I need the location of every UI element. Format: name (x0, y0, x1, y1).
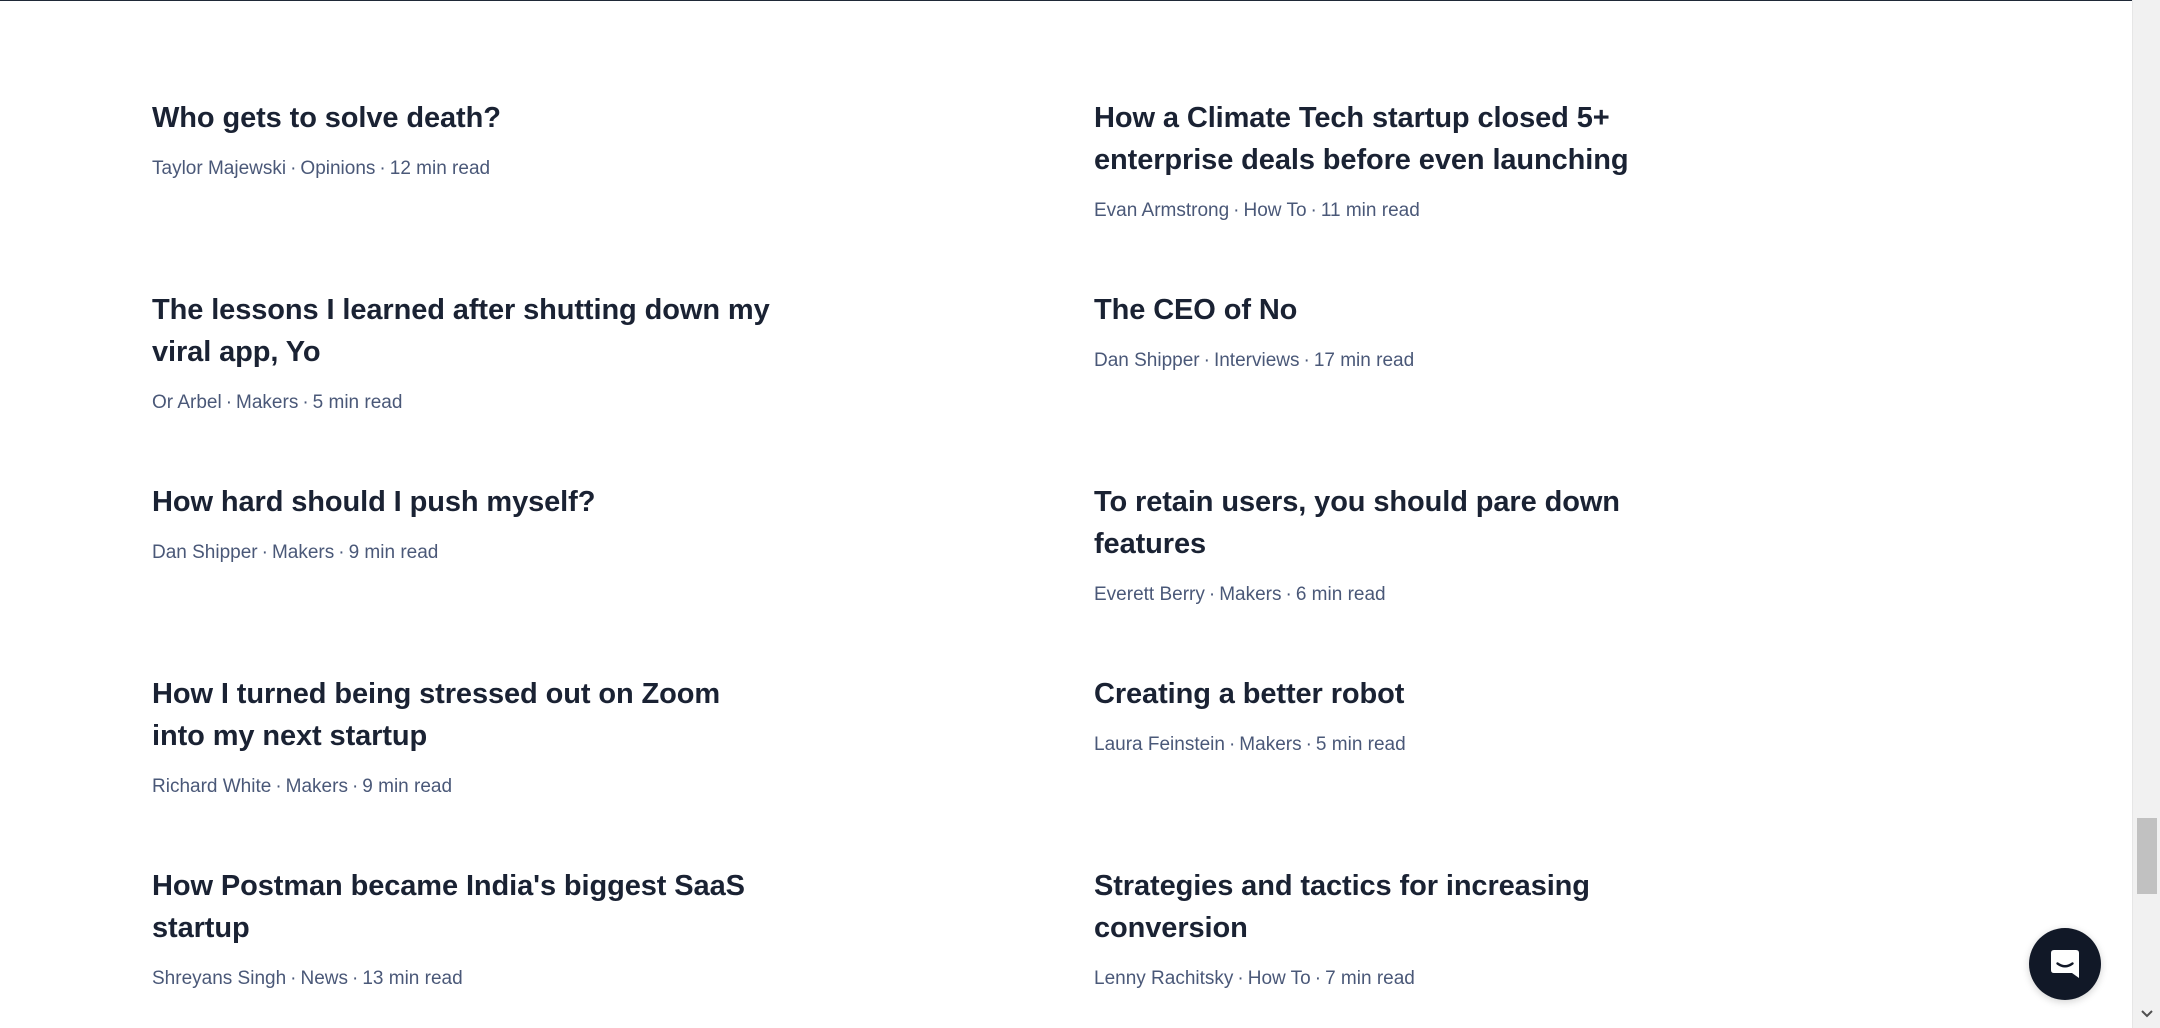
article-author: Richard White (152, 776, 272, 797)
scroll-down-button[interactable] (2133, 1004, 2160, 1024)
article-card[interactable]: Creating a better robot Laura Feinstein ·… (1094, 673, 1714, 758)
article-card[interactable]: How Postman became India's biggest SaaS … (152, 865, 772, 992)
meta-separator: · (1310, 200, 1317, 221)
article-title[interactable]: To retain users, you should pare down fe… (1094, 481, 1714, 565)
article-category: How To (1243, 200, 1307, 221)
article-author: Dan Shipper (152, 542, 258, 563)
meta-separator: · (338, 542, 345, 563)
meta-separator: · (302, 392, 309, 413)
article-meta: Or Arbel · Makers · 5 min read (152, 390, 772, 416)
article-title[interactable]: The CEO of No (1094, 289, 1714, 331)
article-card[interactable]: The lessons I learned after shutting dow… (152, 289, 772, 416)
article-author: Laura Feinstein (1094, 734, 1225, 755)
article-category: Makers (1219, 584, 1282, 605)
meta-separator: · (290, 158, 297, 179)
article-meta: Dan Shipper · Makers · 9 min read (152, 540, 772, 566)
article-category: Interviews (1213, 350, 1300, 371)
meta-separator: · (261, 542, 268, 563)
vertical-scrollbar[interactable] (2132, 0, 2160, 1028)
article-title[interactable]: Strategies and tactics for increasing co… (1094, 865, 1714, 949)
article-title[interactable]: Who gets to solve death? (152, 97, 772, 139)
article-card[interactable]: The CEO of No Dan Shipper · Interviews · 17 … (1094, 289, 1714, 374)
article-meta: Laura Feinstein · Makers · 5 min read (1094, 732, 1714, 758)
meta-separator: · (1233, 200, 1240, 221)
article-title[interactable]: How hard should I push myself? (152, 481, 772, 523)
chat-bubble-icon (2051, 950, 2079, 978)
article-author: Evan Armstrong (1094, 200, 1230, 221)
article-read-time: 13 min read (362, 968, 463, 989)
article-read-time: 9 min read (348, 542, 439, 563)
article-card[interactable]: To retain users, you should pare down fe… (1094, 481, 1714, 608)
article-author: Everett Berry (1094, 584, 1205, 605)
article-read-time: 6 min read (1295, 584, 1386, 605)
article-category: How To (1247, 968, 1311, 989)
article-meta: Richard White · Makers · 9 min read (152, 774, 772, 800)
scrollbar-thumb[interactable] (2137, 818, 2157, 894)
article-meta: Evan Armstrong · How To · 11 min read (1094, 198, 1714, 224)
article-read-time: 17 min read (1313, 350, 1415, 371)
article-category: Opinions (300, 158, 376, 179)
article-read-time: 9 min read (362, 776, 453, 797)
chat-launcher-button[interactable] (2029, 928, 2101, 1000)
article-author: Or Arbel (152, 392, 222, 413)
article-category: Makers (271, 542, 335, 563)
article-category: News (300, 968, 348, 989)
article-read-time: 12 min read (389, 158, 491, 179)
article-title[interactable]: How a Climate Tech startup closed 5+ ent… (1094, 97, 1714, 181)
meta-separator: · (1208, 584, 1216, 605)
article-title[interactable]: The lessons I learned after shutting dow… (152, 289, 772, 373)
article-author: Shreyans Singh (152, 968, 287, 989)
article-category: Makers (236, 392, 299, 413)
meta-separator: · (1285, 584, 1292, 605)
meta-separator: · (225, 392, 233, 413)
article-card[interactable]: Strategies and tactics for increasing co… (1094, 865, 1714, 992)
article-read-time: 5 min read (312, 392, 403, 413)
article-meta: Taylor Majewski · Opinions · 12 min read (152, 156, 772, 182)
meta-separator: · (1237, 968, 1244, 989)
meta-separator: · (1314, 968, 1322, 989)
article-read-time: 11 min read (1320, 200, 1420, 221)
meta-separator: · (1228, 734, 1236, 755)
article-card[interactable]: How a Climate Tech startup closed 5+ ent… (1094, 97, 1714, 224)
article-author: Dan Shipper (1094, 350, 1200, 371)
meta-separator: · (379, 158, 386, 179)
meta-separator: · (1305, 734, 1312, 755)
article-read-time: 5 min read (1315, 734, 1406, 755)
article-read-time: 7 min read (1325, 968, 1415, 989)
article-title[interactable]: How Postman became India's biggest SaaS … (152, 865, 772, 949)
article-meta: Lenny Rachitsky · How To · 7 min read (1094, 966, 1714, 992)
article-card[interactable]: Who gets to solve death? Taylor Majewski… (152, 97, 772, 182)
meta-separator: · (351, 776, 359, 797)
article-meta: Shreyans Singh · News · 13 min read (152, 966, 772, 992)
top-divider (0, 0, 2132, 1)
meta-separator: · (275, 776, 282, 797)
article-title[interactable]: Creating a better robot (1094, 673, 1714, 715)
meta-separator: · (1303, 350, 1310, 371)
article-list-page: Who gets to solve death? Taylor Majewski… (0, 0, 2160, 1028)
article-category: Makers (1239, 734, 1302, 755)
article-meta: Everett Berry · Makers · 6 min read (1094, 582, 1714, 608)
article-title[interactable]: How I turned being stressed out on Zoom … (152, 673, 772, 757)
article-card[interactable]: How hard should I push myself? Dan Shipp… (152, 481, 772, 566)
article-author: Taylor Majewski (152, 158, 287, 179)
article-category: Makers (285, 776, 348, 797)
meta-separator: · (290, 968, 297, 989)
article-meta: Dan Shipper · Interviews · 17 min read (1094, 348, 1714, 374)
chevron-down-icon (2141, 1010, 2153, 1018)
meta-separator: · (352, 968, 359, 989)
article-card[interactable]: How I turned being stressed out on Zoom … (152, 673, 772, 800)
article-author: Lenny Rachitsky (1094, 968, 1234, 989)
meta-separator: · (1203, 350, 1210, 371)
